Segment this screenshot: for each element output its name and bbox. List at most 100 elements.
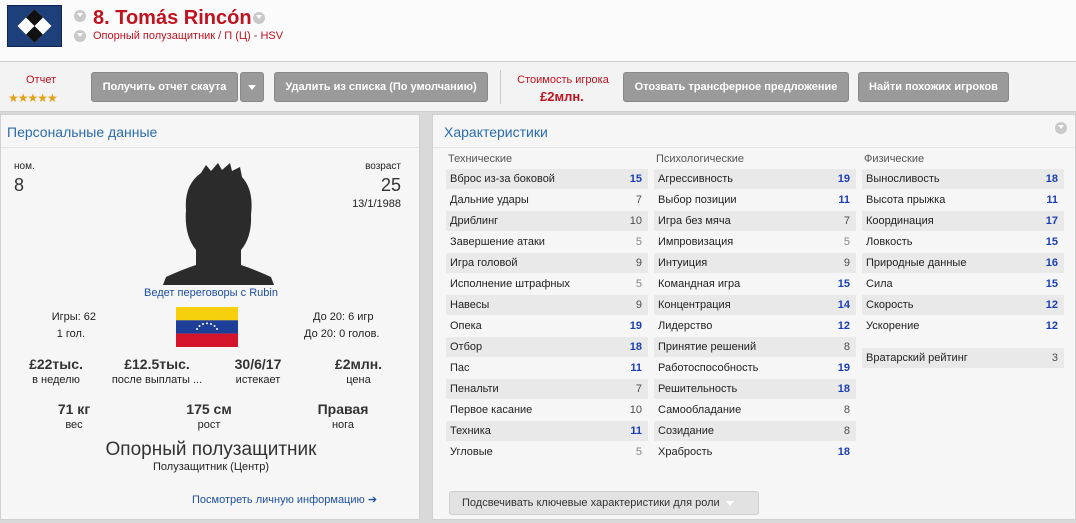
withdraw-offer-button[interactable]: Отозвать трансферное предложение	[623, 72, 849, 102]
attribute-row[interactable]: Игра без мяча 7	[654, 211, 856, 231]
number-label: ном.	[14, 161, 35, 172]
attribute-row[interactable]: Интуиция 9	[654, 253, 856, 273]
preferred-foot: Правая	[317, 401, 369, 417]
attribute-row[interactable]: Командная игра 15	[654, 274, 856, 294]
attribute-row[interactable]: Сила 15	[862, 274, 1064, 294]
attribute-row[interactable]: Высота прыжка 11	[862, 190, 1064, 210]
attribute-row[interactable]: Агрессивность 19	[654, 169, 856, 189]
attribute-value: 11	[1046, 194, 1058, 206]
scout-dropdown-button[interactable]	[240, 72, 264, 102]
attribute-row[interactable]: Ускорение 12	[862, 316, 1064, 336]
attribute-row[interactable]: Скорость 12	[862, 295, 1064, 315]
birth-date: 13/1/1988	[352, 198, 401, 210]
weight-value: 71 кг	[57, 401, 91, 417]
attribute-row[interactable]: Координация 17	[862, 211, 1064, 231]
attribute-row[interactable]: Навесы 9	[446, 295, 648, 315]
attribute-name: Вброс из-за боковой	[450, 173, 555, 185]
remove-from-list-button[interactable]: Удалить из списка (По умолчанию)	[274, 72, 488, 102]
attribute-row[interactable]: Храбрость 18	[654, 442, 856, 462]
attribute-row[interactable]: Дальние удары 7	[446, 190, 648, 210]
expiry-label: истекает	[235, 374, 281, 386]
price-label: цена	[346, 374, 371, 386]
attribute-value: 9	[635, 299, 642, 311]
club-logo[interactable]	[7, 5, 62, 47]
player-name: 8. Tomás Rincón	[93, 7, 252, 29]
attributes-menu-icon[interactable]	[1055, 122, 1067, 134]
attribute-name: Принятие решений	[658, 341, 757, 353]
attribute-row[interactable]: Угловые 5	[446, 442, 648, 462]
attribute-value: 10	[629, 404, 642, 416]
attribute-row[interactable]: Вброс из-за боковой 15	[446, 169, 648, 189]
attribute-name: Первое касание	[450, 404, 533, 416]
weight-label: вес	[65, 419, 83, 431]
attribute-row[interactable]: Пенальти 7	[446, 379, 648, 399]
games-count: Игры: 62	[51, 311, 96, 323]
attribute-row[interactable]: Игра головой 9	[446, 253, 648, 273]
attribute-name: Отбор	[450, 341, 483, 353]
attribute-row[interactable]: Первое касание 10	[446, 400, 648, 420]
attribute-name: Выносливость	[866, 173, 940, 185]
attribute-value: 11	[630, 425, 642, 437]
attribute-name: Пас	[450, 362, 470, 374]
attribute-name: Навесы	[450, 299, 490, 311]
attribute-row[interactable]: Концентрация 14	[654, 295, 856, 315]
attribute-value: 12	[1045, 320, 1058, 332]
attribute-row[interactable]: Самообладание 8	[654, 400, 856, 420]
attribute-name: Созидание	[658, 425, 714, 437]
personal-info-link[interactable]: Посмотреть личную информацию ➔	[192, 493, 377, 506]
attribute-row[interactable]: Выбор позиции 11	[654, 190, 856, 210]
attribute-name: Угловые	[450, 446, 493, 458]
attribute-row[interactable]: Импровизация 5	[654, 232, 856, 252]
player-value: £2млн.	[540, 89, 584, 104]
highlight-role-button[interactable]: Подсвечивать ключевые характеристики для…	[449, 491, 759, 515]
attribute-value: 14	[837, 299, 850, 311]
negotiation-status[interactable]: Ведет переговоры с Rubin	[111, 287, 311, 299]
attribute-row[interactable]: Принятие решений 8	[654, 337, 856, 357]
personal-panel-title: Персональные данные	[7, 124, 158, 140]
attribute-row[interactable]: Выносливость 18	[862, 169, 1064, 189]
attribute-name: Техника	[450, 425, 491, 437]
attribute-row[interactable]: Дриблинг 10	[446, 211, 648, 231]
attribute-value: 16	[1045, 257, 1058, 269]
find-similar-button[interactable]: Найти похожих игроков	[858, 72, 1009, 102]
attribute-value: 9	[843, 257, 850, 269]
scout-report-button[interactable]: Получить отчет скаута	[91, 72, 238, 102]
attribute-name: Опека	[450, 320, 482, 332]
attribute-value: 15	[1045, 236, 1058, 248]
attribute-value: 18	[629, 341, 642, 353]
attribute-row[interactable]: Техника 11	[446, 421, 648, 441]
attribute-name: Работоспособность	[658, 362, 759, 374]
attribute-row[interactable]: Ловкость 15	[862, 232, 1064, 252]
attribute-row[interactable]: Природные данные 16	[862, 253, 1064, 273]
gk-rating-label: Вратарский рейтинг	[866, 352, 968, 364]
attribute-name: Пенальти	[450, 383, 499, 395]
chevron-down-icon	[248, 84, 256, 90]
attribute-row[interactable]: Отбор 18	[446, 337, 648, 357]
attribute-row[interactable]: Пас 11	[446, 358, 648, 378]
club-menu-icon[interactable]	[74, 30, 86, 42]
attribute-row[interactable]: Исполнение штрафных 5	[446, 274, 648, 294]
u20-games: До 20: 6 игр	[313, 311, 374, 323]
highlight-role-label: Подсвечивать ключевые характеристики для…	[462, 497, 720, 509]
attribute-value: 15	[837, 278, 850, 290]
player-menu-icon[interactable]	[74, 10, 86, 22]
panel-divider	[433, 147, 1075, 148]
bonus-value: £12.5тыс.	[124, 356, 190, 372]
attribute-value: 8	[843, 404, 850, 416]
wage-label: в неделю	[32, 374, 80, 386]
gk-rating-row[interactable]: Вратарский рейтинг 3	[862, 348, 1064, 368]
attribute-row[interactable]: Работоспособность 19	[654, 358, 856, 378]
attribute-name: Самообладание	[658, 404, 742, 416]
attribute-row[interactable]: Решительность 18	[654, 379, 856, 399]
attribute-name: Координация	[866, 215, 934, 227]
attribute-name: Природные данные	[866, 257, 967, 269]
personal-info-link-text: Посмотреть личную информацию	[192, 494, 365, 506]
name-dropdown-icon[interactable]	[253, 12, 265, 24]
attribute-name: Игра головой	[450, 257, 518, 269]
attribute-row[interactable]: Завершение атаки 5	[446, 232, 648, 252]
attribute-value: 12	[1045, 299, 1058, 311]
player-position-club[interactable]: Опорный полузащитник / П (Ц) - HSV	[93, 30, 283, 42]
attribute-row[interactable]: Опека 19	[446, 316, 648, 336]
attribute-row[interactable]: Созидание 8	[654, 421, 856, 441]
attribute-row[interactable]: Лидерство 12	[654, 316, 856, 336]
